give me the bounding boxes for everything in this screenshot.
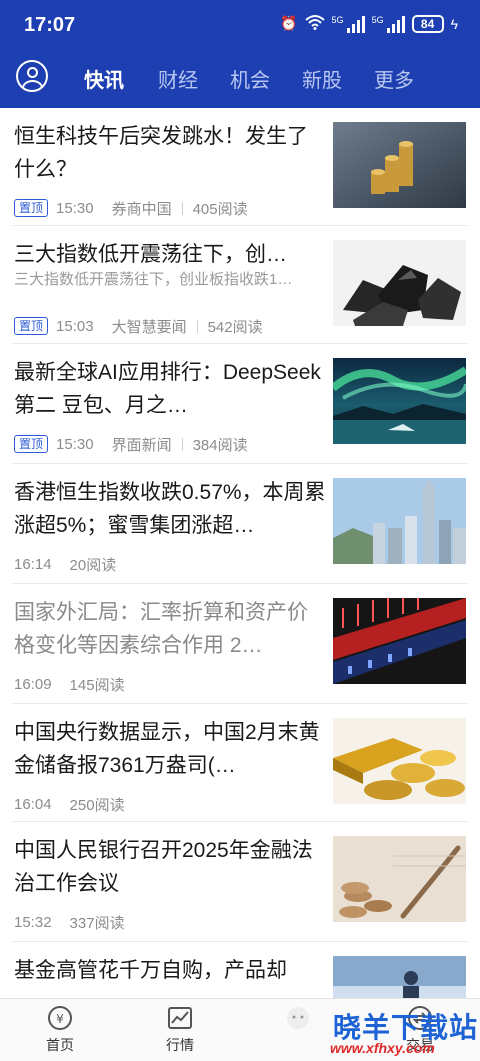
news-source: 界面新闻 [111,436,172,454]
news-time: 15:30 [56,199,94,217]
battery-icon: 84 [411,14,444,33]
bottom-nav-center[interactable] [268,1005,328,1035]
meta-divider [181,201,183,215]
status-icons: ⏰ 5G 5G 84 ϟ [280,14,458,33]
bottom-nav-home[interactable]: ¥ 首页 [30,1005,90,1055]
status-bar: 17:07 ⏰ 5G 5G 84 ϟ [0,0,480,50]
news-title: 香港恒生指数收跌0.57%，本周累涨超5%；蜜雪集团涨超… [14,481,326,537]
battery-level: 84 [420,16,435,31]
news-meta: 16:04 250阅读 [14,794,125,814]
news-reads: 405阅读 [192,200,248,218]
pinned-badge: 置顶 [14,435,49,453]
status-time: 17:07 [24,14,76,36]
tab-finance[interactable]: 财经 [158,64,198,93]
pinned-badge: 置顶 [14,199,49,217]
news-title: 国家外汇局：汇率折算和资产价格变化等因素综合作用 2… [14,601,308,657]
news-title: 恒生科技午后突发跳水！发生了什么？ [14,125,308,181]
wifi-icon [304,14,325,33]
news-thumbnail-pen [333,836,466,922]
news-item[interactable]: 最新全球AI应用排行：DeepSeek第二 豆包、月之… 置顶 15:30 界面… [0,344,480,464]
news-time: 15:03 [56,317,94,335]
top-tab-bar: 快讯 财经 机会 新股 更多 [0,52,480,100]
news-item[interactable]: 中国央行数据显示，中国2月末黄金储备报7361万盎司(… 16:04 250阅读 [0,704,480,822]
watermark-url: www.xfhxy.com [330,1040,435,1056]
news-thumbnail-aurora [333,358,466,444]
news-time: 15:32 [14,913,52,931]
news-time: 16:04 [14,795,52,813]
news-item[interactable]: 国家外汇局：汇率折算和资产价格变化等因素综合作用 2… 16:09 145阅读 [0,584,480,704]
news-meta: 置顶 15:30 界面新闻 384阅读 [14,434,248,454]
tab-flash-news[interactable]: 快讯 [84,64,124,93]
home-icon: ¥ [47,1005,73,1031]
news-source: 大智慧要闻 [111,318,187,336]
news-meta: 16:09 145阅读 [14,674,125,694]
news-thumbnail-gold [333,718,466,804]
charging-icon: ϟ [450,15,458,32]
market-chart-icon [167,1005,193,1031]
news-item[interactable]: 三大指数低开震荡往下，创… 三大指数低开震荡往下，创业板指收跌1… 置顶 15:… [0,226,480,344]
network-type-2: 5G [371,14,384,25]
news-time: 16:14 [14,555,52,573]
news-title: 基金高管花千万自购，产品却 [14,959,287,982]
news-thumbnail-skyline [333,478,466,564]
news-summary: 三大指数低开震荡往下，创业板指收跌1… [14,271,293,288]
bottom-nav-home-label: 首页 [46,1037,74,1053]
news-thumbnail-coal [333,240,466,326]
news-item[interactable]: 中国人民银行召开2025年金融法治工作会议 15:32 337阅读 [0,822,480,942]
news-reads: 384阅读 [192,436,248,454]
tab-new-stocks[interactable]: 新股 [302,64,342,93]
news-time: 16:09 [14,675,52,693]
news-source: 券商中国 [111,200,172,218]
news-title: 最新全球AI应用排行：DeepSeek第二 豆包、月之… [14,361,321,417]
signal-icon-2: 5G [372,15,405,33]
news-thumbnail-ticker [333,598,466,684]
news-title: 中国央行数据显示，中国2月末黄金储备报7361万盎司(… [14,721,320,777]
news-time: 15:30 [56,435,94,453]
news-title: 三大指数低开震荡往下，创… [14,243,287,266]
center-icon [285,1005,311,1031]
news-meta: 16:14 20阅读 [14,554,116,574]
network-type-1: 5G [331,14,344,25]
signal-icon: 5G [332,15,365,33]
tab-opportunity[interactable]: 机会 [230,64,270,93]
news-reads: 250阅读 [69,796,125,814]
meta-divider [181,437,183,451]
news-meta: 15:32 337阅读 [14,912,125,932]
news-item[interactable]: 香港恒生指数收跌0.57%，本周累涨超5%；蜜雪集团涨超… 16:14 20阅读 [0,464,480,584]
tab-more[interactable]: 更多 [374,64,414,93]
news-reads: 542阅读 [207,318,263,336]
svg-text:¥: ¥ [56,1012,64,1026]
news-meta: 置顶 15:30 券商中国 405阅读 [14,198,248,218]
news-reads: 337阅读 [69,914,125,932]
meta-divider [196,319,198,333]
news-item[interactable]: 恒生科技午后突发跳水！发生了什么？ 置顶 15:30 券商中国 405阅读 [0,108,480,226]
user-avatar-icon[interactable] [16,60,48,92]
news-meta: 置顶 15:03 大智慧要闻 542阅读 [14,316,263,336]
bottom-nav-market-label: 行情 [166,1037,194,1053]
alarm-icon: ⏰ [280,15,298,31]
news-title: 中国人民银行召开2025年金融法治工作会议 [14,839,313,895]
bottom-nav-market[interactable]: 行情 [150,1005,210,1055]
news-thumbnail-coins [333,122,466,208]
news-reads: 145阅读 [69,676,125,694]
news-reads: 20阅读 [69,556,117,574]
app-header: 17:07 ⏰ 5G 5G 84 ϟ 快讯 财经 机会 新股 更多 [0,0,480,108]
pinned-badge: 置顶 [14,317,49,335]
